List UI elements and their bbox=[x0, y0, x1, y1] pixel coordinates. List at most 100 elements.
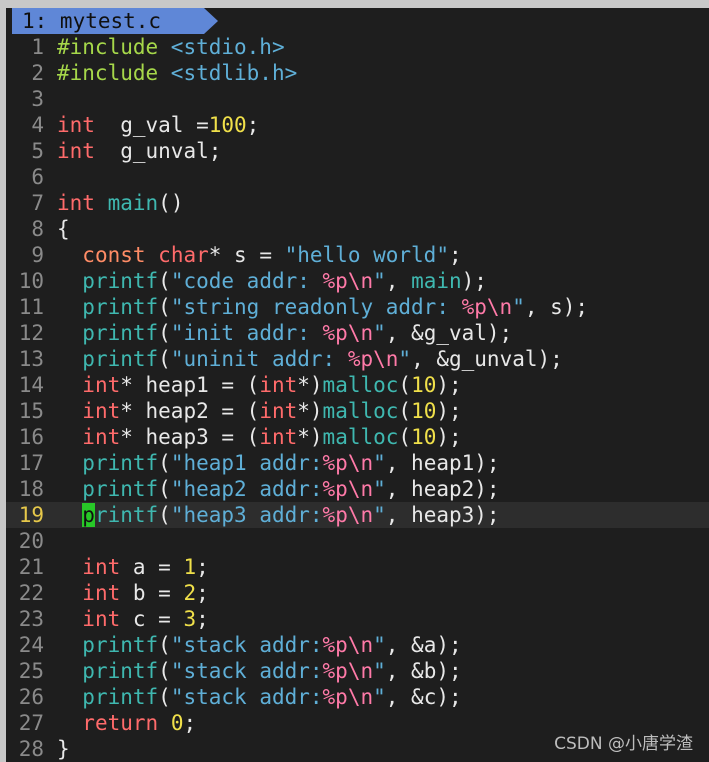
code-token: malloc bbox=[322, 399, 399, 423]
line-number: 5 bbox=[31, 139, 44, 163]
code-line[interactable]: 24 printf("stack addr:%p\n", &a); bbox=[6, 632, 709, 658]
code-line[interactable]: 10 printf("code addr: %p\n", main); bbox=[6, 268, 709, 294]
code-editor[interactable]: 1 #include <stdio.h> 2 #include <stdlib.h> 3… bbox=[6, 34, 709, 762]
code-line[interactable]: 16 int* heap3 = (int*)malloc(10); bbox=[6, 424, 709, 450]
code-line[interactable]: 6 bbox=[6, 164, 709, 190]
code-text: printf("uninit addr: %p\n", &g_unval); bbox=[57, 346, 563, 372]
code-token: int bbox=[82, 581, 121, 605]
line-number: 13 bbox=[18, 347, 44, 371]
code-text: printf("heap1 addr:%p\n", heap1); bbox=[57, 450, 499, 476]
code-line[interactable]: 11 printf("string readonly addr: %p\n", … bbox=[6, 294, 709, 320]
code-token: "heap2 addr: bbox=[170, 477, 323, 501]
code-token: 0 bbox=[170, 711, 184, 735]
code-line[interactable]: 23 int c = 3; bbox=[6, 606, 709, 632]
code-text: printf("init addr: %p\n", &g_val); bbox=[57, 320, 512, 346]
code-line[interactable]: 9 const char* s = "hello world"; bbox=[6, 242, 709, 268]
line-number: 23 bbox=[18, 607, 44, 631]
code-token: ( bbox=[158, 347, 171, 371]
code-line[interactable]: 14 int* heap1 = (int*)malloc(10); bbox=[6, 372, 709, 398]
code-token: ( bbox=[158, 685, 171, 709]
code-token: <stdio.h> bbox=[170, 35, 285, 59]
code-token: 1 bbox=[183, 555, 197, 579]
code-token: 3 bbox=[183, 607, 197, 631]
code-line[interactable]: 1 #include <stdio.h> bbox=[6, 34, 709, 60]
code-token: c = bbox=[120, 607, 184, 631]
code-token: *) bbox=[297, 373, 323, 397]
code-token: "hello world" bbox=[284, 243, 449, 267]
code-text: int c = 3; bbox=[57, 606, 208, 632]
code-token: ; bbox=[196, 555, 209, 579]
code-line[interactable]: 13 printf("uninit addr: %p\n", &g_unval)… bbox=[6, 346, 709, 372]
code-token: 10 bbox=[411, 399, 437, 423]
code-token: * heap3 = ( bbox=[120, 425, 260, 449]
tab-arrow-icon bbox=[204, 8, 218, 34]
code-token: ); bbox=[436, 399, 462, 423]
code-line[interactable]: 4 int g_val =100; bbox=[6, 112, 709, 138]
code-token: int bbox=[82, 425, 121, 449]
code-line[interactable]: 15 int* heap2 = (int*)malloc(10); bbox=[6, 398, 709, 424]
code-line[interactable]: 25 printf("stack addr:%p\n", &b); bbox=[6, 658, 709, 684]
code-token: ( bbox=[158, 477, 171, 501]
code-token: ( bbox=[158, 451, 171, 475]
code-line[interactable]: 21 int a = 1; bbox=[6, 554, 709, 580]
code-token: printf bbox=[82, 451, 159, 475]
code-token: #include bbox=[57, 61, 171, 85]
code-line[interactable]: 26 printf("stack addr:%p\n", &c); bbox=[6, 684, 709, 710]
code-token: () bbox=[158, 191, 184, 215]
code-line[interactable]: 8{ bbox=[6, 216, 709, 242]
code-token: printf bbox=[82, 477, 159, 501]
line-number: 22 bbox=[18, 581, 44, 605]
code-token: main bbox=[411, 269, 462, 293]
code-line[interactable]: 3 bbox=[6, 86, 709, 112]
code-token: ); bbox=[461, 269, 487, 293]
code-text: printf("stack addr:%p\n", &c); bbox=[57, 684, 461, 710]
code-line[interactable]: 20 bbox=[6, 528, 709, 554]
code-token: <stdlib.h> bbox=[170, 61, 298, 85]
code-token: "uninit addr: bbox=[170, 347, 348, 371]
code-token: int bbox=[57, 191, 95, 215]
tab-mytest-c[interactable]: 1: mytest.c bbox=[12, 8, 204, 34]
line-number: 10 bbox=[18, 269, 44, 293]
code-token: , &g_unval); bbox=[411, 347, 563, 371]
line-number: 7 bbox=[31, 191, 44, 215]
code-line[interactable]: 18 printf("heap2 addr:%p\n", heap2); bbox=[6, 476, 709, 502]
code-text: int a = 1; bbox=[57, 554, 209, 580]
code-token: int bbox=[259, 399, 298, 423]
code-line[interactable]: 22 int b = 2; bbox=[6, 580, 709, 606]
code-token: *) bbox=[297, 425, 323, 449]
code-text: printf("stack addr:%p\n", &b); bbox=[57, 658, 461, 684]
code-token: " bbox=[398, 347, 412, 371]
code-text: int* heap1 = (int*)malloc(10); bbox=[57, 372, 461, 398]
code-token: ; bbox=[448, 243, 462, 267]
code-token: printf bbox=[82, 321, 159, 345]
code-line[interactable]: 12 printf("init addr: %p\n", &g_val); bbox=[6, 320, 709, 346]
code-token: "code addr: bbox=[170, 269, 323, 293]
code-line[interactable]: 2 #include <stdlib.h> bbox=[6, 60, 709, 86]
code-line[interactable]: 19 printf("heap3 addr:%p\n", heap3); bbox=[6, 502, 709, 528]
code-line[interactable]: 5 int g_unval; bbox=[6, 138, 709, 164]
code-token: g_val = bbox=[94, 113, 209, 137]
code-line[interactable]: 7 int main() bbox=[6, 190, 709, 216]
code-line[interactable]: 17 printf("heap1 addr:%p\n", heap1); bbox=[6, 450, 709, 476]
code-token: " bbox=[373, 477, 386, 501]
code-text: int* heap2 = (int*)malloc(10); bbox=[57, 398, 462, 424]
code-token: ; bbox=[183, 711, 197, 735]
line-number: 2 bbox=[31, 61, 44, 85]
line-number: 16 bbox=[18, 425, 44, 449]
code-token: %p\n bbox=[322, 685, 374, 709]
code-token: ( bbox=[158, 503, 171, 527]
code-token: * heap2 = ( bbox=[120, 399, 260, 423]
code-token: } bbox=[57, 737, 70, 761]
code-token: ( bbox=[158, 633, 171, 657]
code-token: " bbox=[373, 685, 386, 709]
code-token: "string readonly addr: bbox=[170, 295, 462, 319]
code-token: "stack addr: bbox=[170, 685, 323, 709]
line-number: 3 bbox=[31, 87, 44, 111]
code-token: printf bbox=[82, 685, 159, 709]
